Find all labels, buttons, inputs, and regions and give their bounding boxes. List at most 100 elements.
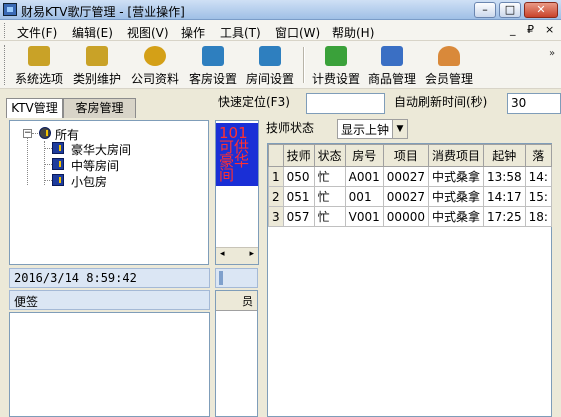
toolbar-separator (303, 47, 305, 83)
row-number: 2 (268, 186, 284, 207)
table-cell[interactable]: 忙 (313, 206, 346, 227)
tree-node-luxury-room[interactable]: 豪华大房间 (71, 141, 131, 158)
table-cell[interactable]: 050 (282, 166, 315, 187)
toolbar-label: 房间设置 (245, 72, 294, 86)
room-tile-101[interactable]: 101 可供 豪华 间 (216, 123, 258, 186)
toolbar: 系统选项 类别维护 公司资料 客房设置 房间设置 计费设置 商品管理 会员管理 … (0, 41, 561, 89)
scroll-right-icon[interactable]: ▸ (249, 249, 254, 259)
table-row[interactable]: 2 051 忙 001 00027 中式桑拿 14:17 15: (268, 186, 552, 207)
mdi-restore-button[interactable]: ₽ (527, 23, 534, 36)
toolbar-label: 计费设置 (311, 72, 360, 86)
menu-view[interactable]: 视图(V) (127, 24, 169, 41)
table-cell[interactable]: A001 (344, 166, 384, 187)
menu-file[interactable]: 文件(F) (17, 24, 57, 41)
table-cell[interactable]: 中式桑拿 (427, 186, 485, 207)
auto-refresh-input[interactable]: 30 (507, 93, 561, 114)
current-datetime: 2016/3/14 8:59:42 (9, 268, 210, 288)
quick-locate-input[interactable] (306, 93, 385, 114)
product-management-button[interactable]: 商品管理 (365, 43, 419, 87)
menu-grip[interactable] (4, 23, 7, 38)
toolbar-label: 客房设置 (188, 72, 237, 86)
table-row[interactable]: 1 050 忙 A001 00027 中式桑拿 13:58 14: (268, 166, 552, 187)
mdi-minimize-button[interactable]: _ (510, 23, 516, 36)
menu-operation[interactable]: 操作 (181, 24, 205, 41)
chevron-down-icon[interactable]: ▼ (392, 120, 407, 138)
tree-connector (44, 164, 52, 165)
column-header[interactable]: 房号 (344, 144, 384, 167)
room-type-settings-button[interactable]: 客房设置 (186, 43, 240, 87)
close-button[interactable]: ✕ (524, 2, 558, 18)
table-cell[interactable]: 15: (524, 186, 552, 207)
table-row[interactable]: 3 057 忙 V001 00000 中式桑拿 17:25 18: (268, 206, 552, 227)
horizontal-scrollbar[interactable]: ◂ ▸ (216, 247, 258, 264)
table-cell[interactable]: 051 (282, 186, 315, 207)
title-bar: 财易KTV歌厅管理 - [营业操作] – □ ✕ (0, 0, 561, 20)
tree-node-small-room[interactable]: 小包房 (71, 173, 107, 190)
tree-node-medium-room[interactable]: 中等房间 (71, 157, 119, 174)
table-cell[interactable]: 13:58 (483, 166, 526, 187)
menu-tools[interactable]: 工具(T) (220, 24, 261, 41)
tab-marker-icon (219, 271, 223, 285)
note-label: 便签 (9, 290, 210, 310)
box-icon (381, 46, 403, 66)
tab-guest-room-management[interactable]: 客房管理 (63, 98, 136, 118)
maximize-button[interactable]: □ (499, 2, 521, 18)
technician-filter-value: 显示上钟 (341, 123, 390, 137)
calculator-icon (259, 46, 281, 66)
room-tile-panel: 101 可供 豪华 间 ◂ ▸ (215, 120, 259, 265)
column-header[interactable]: 状态 (313, 144, 346, 167)
table-cell[interactable]: V001 (344, 206, 384, 227)
row-number-header (268, 144, 284, 167)
table-cell[interactable]: 00000 (382, 206, 429, 227)
table-cell[interactable]: 14: (524, 166, 552, 187)
system-options-button[interactable]: 系统选项 (12, 43, 66, 87)
technician-table: 技师 状态 房号 项目 消费项目 起钟 落 1 050 忙 A001 00027… (268, 144, 552, 227)
mini-tab-strip[interactable] (215, 268, 258, 288)
menu-window[interactable]: 窗口(W) (275, 24, 320, 41)
quick-locate-label: 快速定位(F3) (218, 95, 290, 109)
company-info-button[interactable]: 公司资料 (128, 43, 182, 87)
mdi-close-button[interactable]: × (545, 23, 554, 36)
note-textarea[interactable] (9, 312, 210, 417)
billing-settings-button[interactable]: 计费设置 (309, 43, 363, 87)
key-icon (86, 46, 108, 66)
folder-icon (39, 127, 51, 139)
calculator-icon (202, 46, 224, 66)
column-header[interactable]: 落 (524, 144, 552, 167)
menu-edit[interactable]: 编辑(E) (72, 24, 113, 41)
table-cell[interactable]: 忙 (313, 186, 346, 207)
table-cell[interactable]: 00027 (382, 186, 429, 207)
column-header[interactable]: 消费项目 (427, 144, 485, 167)
toolbar-grip[interactable] (4, 45, 7, 85)
table-cell[interactable]: 中式桑拿 (427, 166, 485, 187)
toolbar-label: 类别维护 (72, 72, 121, 86)
column-header[interactable]: 项目 (382, 144, 429, 167)
person-icon (438, 46, 460, 66)
table-cell[interactable]: 00027 (382, 166, 429, 187)
category-maintenance-button[interactable]: 类别维护 (70, 43, 124, 87)
column-header[interactable]: 技师 (282, 144, 315, 167)
toolbar-overflow-button[interactable]: » (546, 49, 558, 83)
table-cell[interactable]: 中式桑拿 (427, 206, 485, 227)
room-icon (52, 142, 64, 154)
table-cell[interactable]: 17:25 (483, 206, 526, 227)
minimize-button[interactable]: – (474, 2, 496, 18)
table-cell[interactable]: 14:17 (483, 186, 526, 207)
table-cell[interactable]: 001 (344, 186, 384, 207)
mini-list: 员 (215, 290, 258, 417)
column-header[interactable]: 起钟 (483, 144, 526, 167)
coins-icon (144, 46, 166, 66)
table-cell[interactable]: 057 (282, 206, 315, 227)
technician-filter-select[interactable]: 显示上钟 ▼ (337, 119, 408, 139)
tab-ktv-management[interactable]: KTV管理 (6, 98, 63, 118)
table-cell[interactable]: 18: (524, 206, 552, 227)
auto-refresh-label: 自动刷新时间(秒) (394, 95, 488, 109)
tree-expander[interactable]: − (23, 129, 32, 138)
member-management-button[interactable]: 会员管理 (422, 43, 476, 87)
scroll-left-icon[interactable]: ◂ (220, 249, 225, 259)
mini-list-column: 员 (242, 295, 253, 308)
room-settings-button[interactable]: 房间设置 (243, 43, 297, 87)
table-cell[interactable]: 忙 (313, 166, 346, 187)
menu-help[interactable]: 帮助(H) (332, 24, 374, 41)
room-icon (52, 174, 64, 186)
